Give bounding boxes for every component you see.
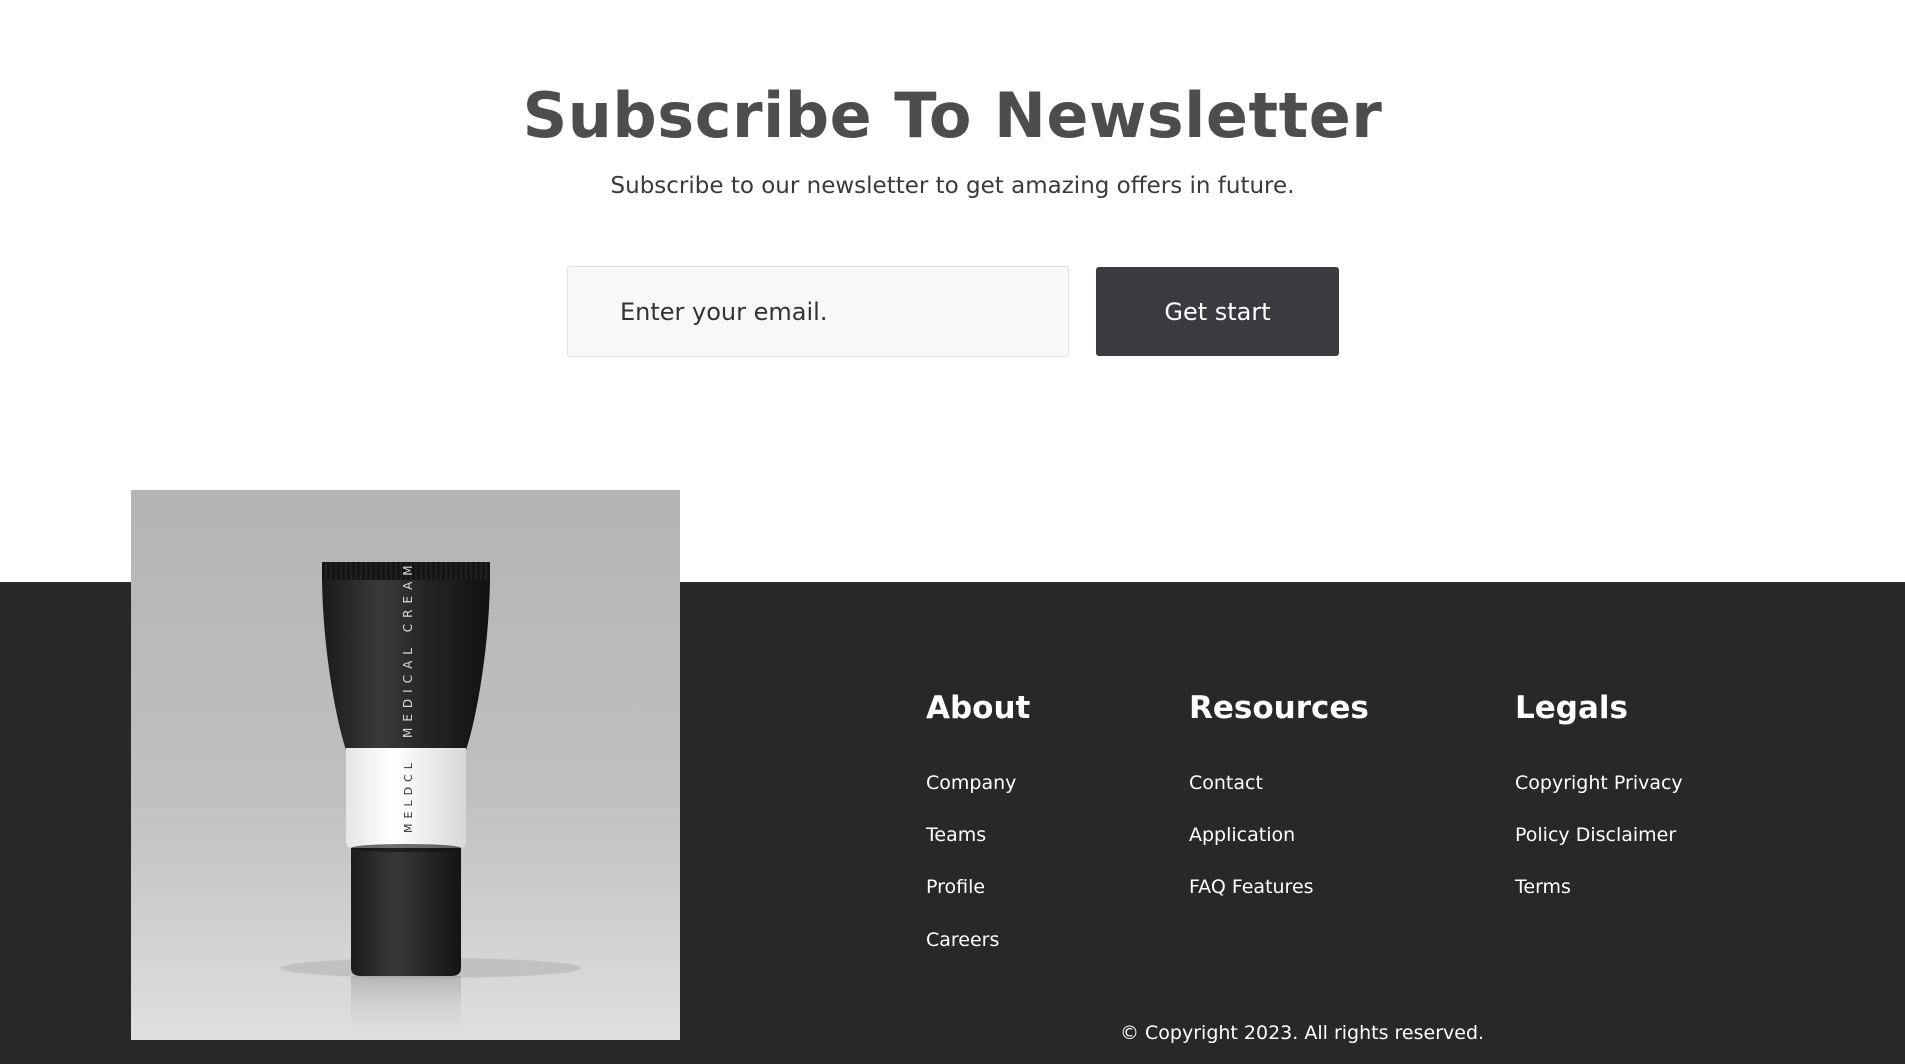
newsletter-title: Subscribe To Newsletter: [522, 79, 1383, 152]
footer-link-contact[interactable]: Contact: [1189, 770, 1263, 796]
get-start-button[interactable]: Get start: [1096, 267, 1339, 356]
email-input[interactable]: [567, 266, 1069, 357]
footer-link-application[interactable]: Application: [1189, 822, 1295, 848]
page: Subscribe To Newsletter Subscribe to our…: [0, 0, 1905, 1064]
footer-link-terms[interactable]: Terms: [1515, 874, 1571, 900]
tube-label-lower: MELDCL: [402, 758, 415, 833]
cream-tube-illustration: MEDICAL CREAM MELDCL: [281, 559, 581, 1040]
newsletter-subtitle: Subscribe to our newsletter to get amazi…: [610, 173, 1295, 199]
footer-heading-resources: Resources: [1189, 690, 1369, 726]
product-photo: MEDICAL CREAM MELDCL: [131, 490, 680, 1040]
footer-heading-about: About: [926, 690, 1031, 726]
footer-link-company[interactable]: Company: [926, 770, 1016, 796]
copyright-text: © Copyright 2023. All rights reserved.: [1120, 1022, 1485, 1044]
footer-link-copyright-privacy[interactable]: Copyright Privacy: [1515, 770, 1683, 796]
footer-link-careers[interactable]: Careers: [926, 927, 999, 953]
footer-link-profile[interactable]: Profile: [926, 874, 985, 900]
footer-link-policy-disclaimer[interactable]: Policy Disclaimer: [1515, 822, 1676, 848]
footer-heading-legals: Legals: [1515, 690, 1628, 726]
footer-link-faq-features[interactable]: FAQ Features: [1189, 874, 1314, 900]
footer-link-teams[interactable]: Teams: [926, 822, 986, 848]
tube-label-upper: MEDICAL CREAM: [401, 559, 415, 738]
